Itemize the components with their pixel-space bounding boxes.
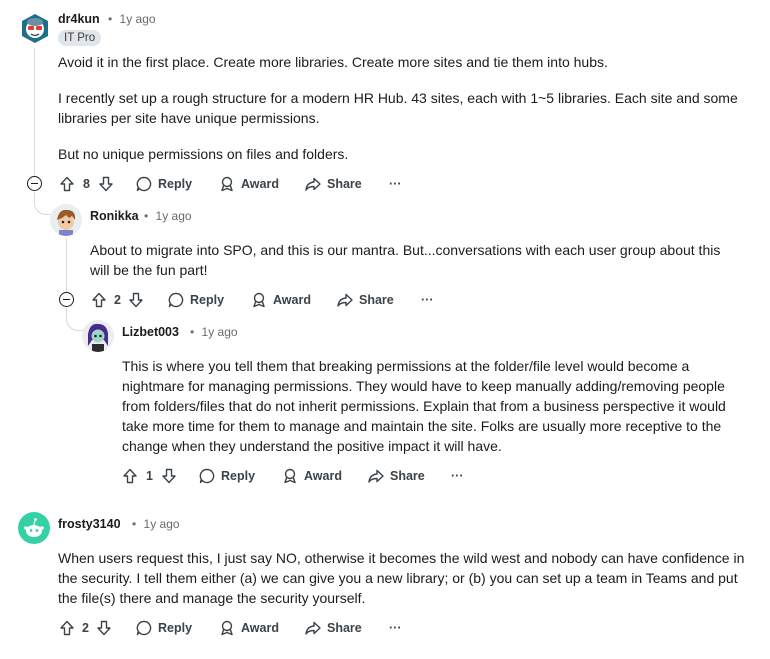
vote-count: 2: [82, 621, 89, 635]
more-options-button[interactable]: ···: [451, 464, 464, 488]
avatar[interactable]: [82, 320, 114, 352]
share-label: Share: [390, 469, 425, 483]
award-icon: [281, 467, 299, 485]
reply-button[interactable]: Reply: [135, 616, 192, 640]
separator-dot: •: [108, 12, 113, 26]
share-icon: [367, 467, 385, 485]
comment-bubble-icon: [167, 291, 185, 309]
share-icon: [304, 175, 322, 193]
thread-line-1[interactable]: [34, 48, 35, 176]
vote-count: 8: [83, 177, 90, 191]
comment-paragraph: Avoid it in the first place. Create more…: [58, 54, 608, 70]
share-icon: [336, 291, 354, 309]
award-button[interactable]: Award: [281, 464, 342, 488]
comment-author[interactable]: Ronikka: [90, 209, 139, 223]
comment-bubble-icon: [135, 175, 153, 193]
vote-count: 1: [146, 469, 153, 483]
award-button[interactable]: Award: [250, 288, 311, 312]
reply-label: Reply: [158, 621, 193, 635]
downvote-icon[interactable]: [127, 291, 145, 309]
time-text: 1y ago: [201, 325, 238, 339]
reply-button[interactable]: Reply: [198, 464, 255, 488]
comment-timestamp: • 1y ago: [144, 209, 192, 223]
time-text: 1y ago: [143, 517, 180, 531]
share-label: Share: [327, 621, 362, 635]
vote-group: 8: [58, 172, 115, 196]
award-label: Award: [241, 621, 279, 635]
time-text: 1y ago: [119, 12, 156, 26]
thread-connector-ronikka: [34, 192, 52, 215]
separator-dot: •: [190, 325, 195, 339]
comment-timestamp: • 1y ago: [190, 325, 238, 339]
avatar[interactable]: [19, 12, 51, 44]
comment-paragraph: But no unique permissions on files and f…: [58, 146, 349, 162]
downvote-icon[interactable]: [160, 467, 178, 485]
upvote-icon[interactable]: [58, 619, 76, 637]
award-label: Award: [241, 177, 279, 191]
vote-group: 2: [58, 616, 113, 640]
share-label: Share: [327, 177, 362, 191]
reply-button[interactable]: Reply: [167, 288, 224, 312]
reply-label: Reply: [190, 293, 225, 307]
more-icon: ···: [451, 469, 464, 483]
upvote-icon[interactable]: [58, 175, 76, 193]
comment-timestamp: • 1y ago: [108, 12, 156, 26]
upvote-icon[interactable]: [121, 467, 139, 485]
comment-author[interactable]: Lizbet003: [122, 325, 179, 339]
separator-dot: •: [144, 209, 149, 223]
avatar[interactable]: [50, 204, 82, 236]
comment-paragraph: About to migrate into SPO, and this is o…: [90, 242, 721, 278]
award-label: Award: [273, 293, 311, 307]
share-button[interactable]: Share: [304, 616, 362, 640]
award-label: Award: [304, 469, 342, 483]
more-icon: ···: [389, 177, 402, 191]
collapse-thread-button[interactable]: [59, 292, 74, 307]
award-icon: [250, 291, 268, 309]
thread-connector-lizbet: [66, 308, 84, 331]
comment-timestamp: • 1y ago: [132, 517, 180, 531]
more-options-button[interactable]: ···: [389, 172, 402, 196]
vote-group: 2: [90, 288, 145, 312]
upvote-icon[interactable]: [90, 291, 108, 309]
share-button[interactable]: Share: [336, 288, 394, 312]
award-icon: [218, 619, 236, 637]
comment-author[interactable]: dr4kun: [58, 12, 100, 26]
share-label: Share: [359, 293, 394, 307]
vote-count: 2: [114, 293, 121, 307]
more-icon: ···: [421, 293, 434, 307]
share-button[interactable]: Share: [304, 172, 362, 196]
award-button[interactable]: Award: [218, 172, 279, 196]
share-button[interactable]: Share: [367, 464, 425, 488]
reply-label: Reply: [221, 469, 256, 483]
share-icon: [304, 619, 322, 637]
comment-bubble-icon: [198, 467, 216, 485]
avatar[interactable]: [18, 512, 50, 544]
reply-label: Reply: [158, 177, 193, 191]
separator-dot: •: [132, 517, 137, 531]
award-button[interactable]: Award: [218, 616, 279, 640]
more-options-button[interactable]: ···: [421, 288, 434, 312]
thread-line-2[interactable]: [66, 238, 67, 292]
downvote-icon[interactable]: [95, 619, 113, 637]
more-options-button[interactable]: ···: [389, 616, 402, 640]
reply-button[interactable]: Reply: [135, 172, 192, 196]
user-flair: IT Pro: [58, 30, 102, 46]
time-text: 1y ago: [155, 209, 192, 223]
award-icon: [218, 175, 236, 193]
more-icon: ···: [389, 621, 402, 635]
comment-paragraph: I recently set up a rough structure for …: [58, 90, 738, 126]
comment-paragraph: This is where you tell them that breakin…: [122, 358, 726, 454]
comment-paragraph: When users request this, I just say NO, …: [58, 550, 745, 606]
comment-author[interactable]: frosty3140: [58, 517, 121, 531]
vote-group: 1: [121, 464, 178, 488]
comment-bubble-icon: [135, 619, 153, 637]
collapse-thread-button[interactable]: [27, 176, 42, 191]
downvote-icon[interactable]: [97, 175, 115, 193]
